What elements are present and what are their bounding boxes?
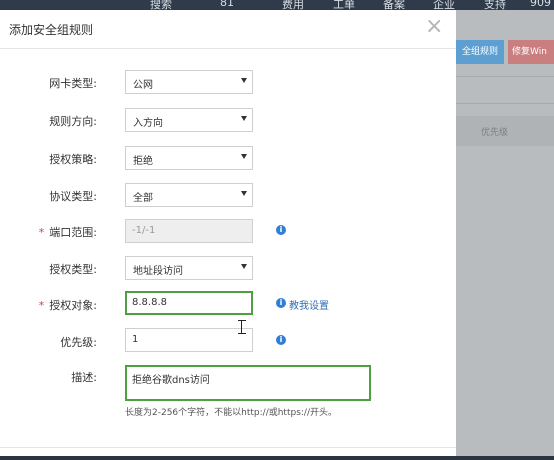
auth-object-value: 8.8.8.8 bbox=[132, 297, 167, 308]
add-security-group-rule-dialog: 添加安全组规则 × 网卡类型: 公网 规则方向: 入方向 授权策略: 拒绝 协议… bbox=[0, 10, 456, 456]
nic-type-label: 网卡类型: bbox=[49, 77, 97, 90]
dialog-title: 添加安全组规则 bbox=[9, 23, 94, 37]
policy-value: 拒绝 bbox=[133, 156, 153, 167]
nic-type-value: 公网 bbox=[133, 80, 153, 91]
chevron-down-icon bbox=[241, 116, 247, 121]
protocol-label: 协议类型: bbox=[49, 190, 97, 203]
description-hint: 长度为2-256个字符，不能以http://或https://开头。 bbox=[125, 408, 337, 418]
info-icon[interactable]: i bbox=[276, 335, 286, 345]
column-header-priority: 优先级 bbox=[481, 128, 509, 138]
priority-input[interactable]: 1 bbox=[125, 328, 253, 352]
protocol-select[interactable]: 全部 bbox=[125, 183, 253, 207]
auth-type-label: 授权类型: bbox=[49, 263, 97, 276]
top-nav-bar: 搜索 81 费用 工单 备案 企业 支持 909 bbox=[0, 0, 554, 11]
close-icon[interactable]: × bbox=[425, 14, 443, 40]
dialog-header: 添加安全组规则 × bbox=[0, 10, 456, 49]
port-range-input: -1/-1 bbox=[125, 219, 253, 243]
policy-select[interactable]: 拒绝 bbox=[125, 146, 253, 170]
required-marker: * bbox=[38, 226, 45, 239]
direction-value: 入方向 bbox=[133, 118, 163, 129]
policy-label: 授权策略: bbox=[49, 153, 97, 166]
chevron-down-icon bbox=[241, 191, 247, 196]
port-range-label: * 端口范围: bbox=[38, 226, 97, 239]
direction-label: 规则方向: bbox=[49, 115, 97, 128]
nav-item-account[interactable]: 909 bbox=[530, 0, 551, 9]
info-icon[interactable]: i bbox=[276, 225, 286, 235]
nav-notification-badge[interactable]: 81 bbox=[220, 0, 234, 9]
help-link[interactable]: 教我设置 bbox=[289, 297, 329, 312]
port-range-value: -1/-1 bbox=[132, 225, 156, 236]
chevron-down-icon bbox=[241, 154, 247, 159]
chevron-down-icon bbox=[241, 78, 247, 83]
background-divider bbox=[456, 103, 554, 104]
priority-value: 1 bbox=[132, 334, 139, 345]
auth-object-input[interactable]: 8.8.8.8 bbox=[125, 291, 253, 315]
required-marker: * bbox=[38, 299, 45, 312]
auth-object-label: * 授权对象: bbox=[38, 299, 97, 312]
dialog-footer-divider bbox=[0, 447, 456, 448]
add-security-group-rule-button[interactable]: 全组规则 bbox=[456, 40, 504, 64]
background-table-header: 优先级 bbox=[456, 116, 554, 146]
description-textarea[interactable]: 拒绝谷歌dns访问 bbox=[125, 365, 371, 401]
auth-type-select[interactable]: 地址段访问 bbox=[125, 256, 253, 280]
direction-select[interactable]: 入方向 bbox=[125, 108, 253, 132]
chevron-down-icon bbox=[241, 264, 247, 269]
auth-type-value: 地址段访问 bbox=[133, 266, 183, 277]
fix-windows-button[interactable]: 修复Win bbox=[508, 40, 554, 64]
description-value: 拒绝谷歌dns访问 bbox=[132, 375, 210, 386]
bottom-bar bbox=[0, 456, 554, 460]
background-divider bbox=[456, 76, 554, 77]
nic-type-select[interactable]: 公网 bbox=[125, 70, 253, 94]
info-icon[interactable]: i bbox=[276, 298, 286, 308]
priority-label: 优先级: bbox=[60, 336, 97, 349]
protocol-value: 全部 bbox=[133, 193, 153, 204]
text-cursor-icon bbox=[238, 320, 246, 334]
description-label: 描述: bbox=[71, 371, 97, 384]
